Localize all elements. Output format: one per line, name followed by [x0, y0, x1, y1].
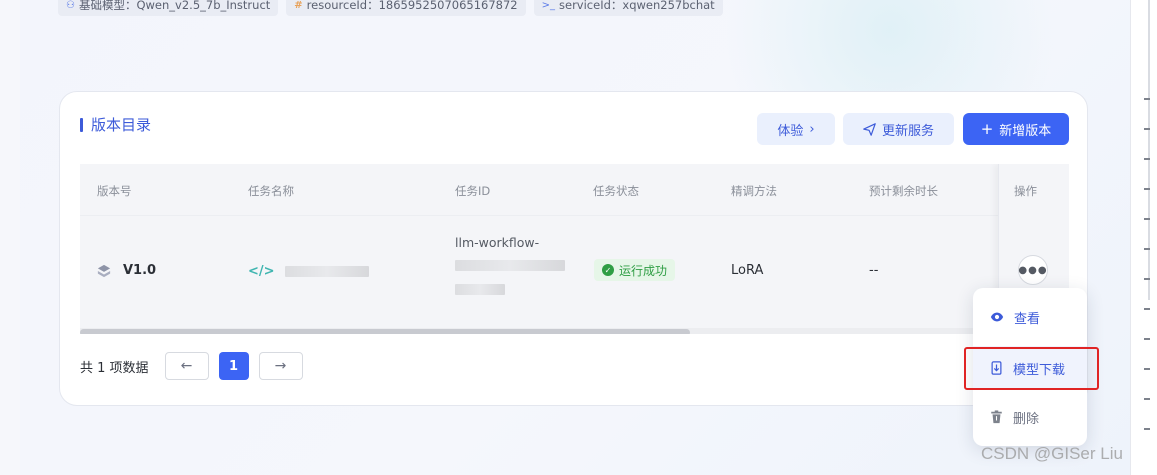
hash-icon: # — [294, 0, 303, 11]
page-background: ⚇ 基础模型：Qwen_v2.5_7b_Instruct # resourceI… — [0, 0, 1157, 475]
version-catalog-card: 版本目录 体验 › 更新服务 + 新增版本 版本号 任务名称 任务ID 任务状态… — [59, 91, 1088, 406]
more-actions-button[interactable]: ●●● — [1018, 255, 1048, 285]
card-title: 版本目录 — [80, 114, 151, 135]
redacted-task-id — [455, 260, 565, 271]
scrollbar-thumb[interactable] — [80, 329, 690, 334]
version-cell: V1.0 — [97, 263, 156, 278]
pagination: 共 1 项数据 ← 1 → — [80, 352, 303, 380]
eye-icon — [990, 312, 1004, 322]
table-row[interactable]: V1.0 </> llm-workflow- ✓ 运行成功 LoRA -- — [80, 216, 1069, 328]
plus-icon: + — [980, 120, 994, 138]
menu-item-delete[interactable]: 删除 — [973, 395, 1087, 439]
method-cell: LoRA — [731, 263, 764, 278]
redacted-task-name — [284, 266, 369, 277]
layers-icon — [97, 264, 111, 277]
version-table: 版本号 任务名称 任务ID 任务状态 精调方法 预计剩余时长 V1.0 </> — [80, 164, 1069, 334]
redacted-task-id — [455, 284, 505, 295]
horizontal-scrollbar[interactable] — [80, 328, 1069, 334]
highlight-annotation — [964, 347, 1099, 390]
chevron-right-icon: › — [809, 121, 815, 137]
base-model-tag: ⚇ 基础模型：Qwen_v2.5_7b_Instruct — [58, 0, 279, 16]
model-icon: ⚇ — [66, 0, 75, 11]
trash-icon — [991, 410, 1002, 424]
send-icon — [863, 122, 876, 136]
remaining-cell: -- — [869, 263, 879, 278]
update-service-button[interactable]: 更新服务 — [843, 113, 954, 145]
right-panel-edge — [1130, 0, 1157, 475]
arrow-right-icon: → — [274, 358, 287, 374]
prev-page-button[interactable]: ← — [164, 352, 209, 380]
watermark: CSDN @GISer Liu — [981, 444, 1123, 463]
column-header: 任务状态 — [593, 184, 639, 198]
more-dots-icon: ●●● — [1018, 264, 1048, 276]
check-circle-icon: ✓ — [602, 264, 614, 276]
page-number-current[interactable]: 1 — [218, 352, 249, 380]
column-header: 操作 — [1014, 184, 1037, 198]
status-badge: ✓ 运行成功 — [594, 259, 676, 281]
task-id-cell: llm-workflow- — [455, 235, 565, 298]
column-header: 任务ID — [455, 184, 491, 198]
try-button[interactable]: 体验 › — [757, 113, 835, 145]
code-icon: </> — [248, 264, 275, 279]
arrow-left-icon: ← — [180, 358, 193, 374]
menu-item-view[interactable]: 查看 — [973, 295, 1087, 339]
pagination-summary: 共 1 项数据 — [80, 360, 149, 376]
add-version-button[interactable]: + 新增版本 — [963, 113, 1069, 145]
next-page-button[interactable]: → — [258, 352, 303, 380]
service-id-tag: >_ serviceId：xqwen257bchat — [533, 0, 723, 16]
terminal-icon: >_ — [541, 0, 556, 11]
task-name-cell: </> — [248, 264, 369, 279]
resource-id-tag: # resourceId：1865952507065167872 — [286, 0, 526, 16]
model-info-tags: ⚇ 基础模型：Qwen_v2.5_7b_Instruct # resourceI… — [58, 0, 723, 16]
table-header: 版本号 任务名称 任务ID 任务状态 精调方法 预计剩余时长 — [80, 164, 1069, 216]
column-header: 精调方法 — [731, 184, 777, 198]
column-header: 预计剩余时长 — [869, 184, 938, 198]
column-header: 版本号 — [97, 184, 132, 198]
column-header: 任务名称 — [248, 184, 294, 198]
